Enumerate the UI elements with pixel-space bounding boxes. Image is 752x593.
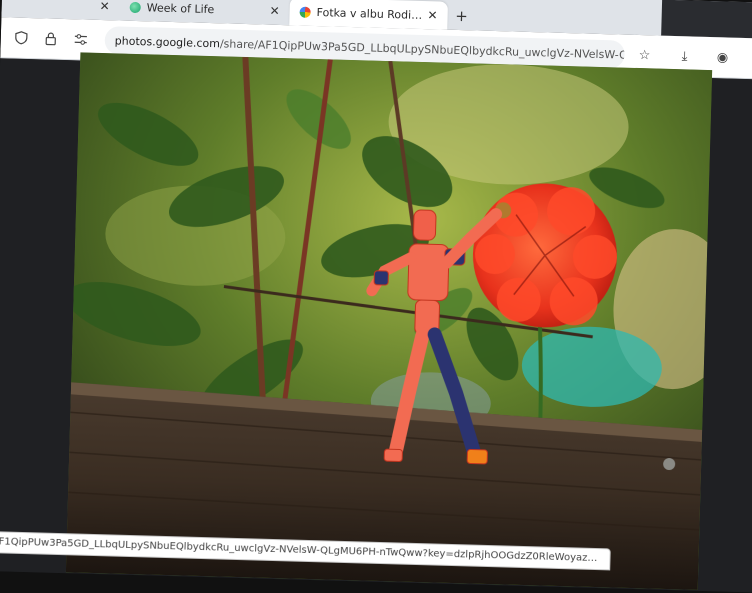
tab-strip-empty-area (661, 0, 752, 39)
account-icon[interactable]: ◉ (712, 47, 733, 68)
tab-title: Week of Life (147, 1, 215, 16)
close-icon[interactable]: ✕ (99, 0, 109, 13)
shared-photo[interactable] (66, 52, 712, 589)
week-of-life-favicon-icon (130, 1, 141, 12)
permissions-icon[interactable] (71, 29, 92, 50)
download-icon[interactable]: ⤓ (674, 46, 695, 67)
url-host: photos.google.com (115, 34, 221, 50)
bookmark-star-icon[interactable]: ☆ (634, 45, 655, 66)
shield-icon[interactable] (11, 27, 32, 48)
photo-image (66, 52, 712, 589)
new-tab-icon[interactable]: + (447, 2, 476, 31)
close-icon[interactable]: ✕ (427, 8, 437, 22)
google-photos-favicon-icon (300, 6, 311, 17)
photo-viewer: AF1QipPUw3Pa5GD_LLbqULpySNbuEQlbydkcRu_u… (0, 58, 752, 593)
tab-title: Fotka v albu Rodinný scuk na zahradě (316, 6, 427, 22)
lock-icon[interactable] (41, 28, 62, 49)
browser-window: ✕ Week of Life ✕ Fotka v albu Rodinný sc… (0, 0, 752, 593)
close-icon[interactable]: ✕ (269, 4, 279, 18)
